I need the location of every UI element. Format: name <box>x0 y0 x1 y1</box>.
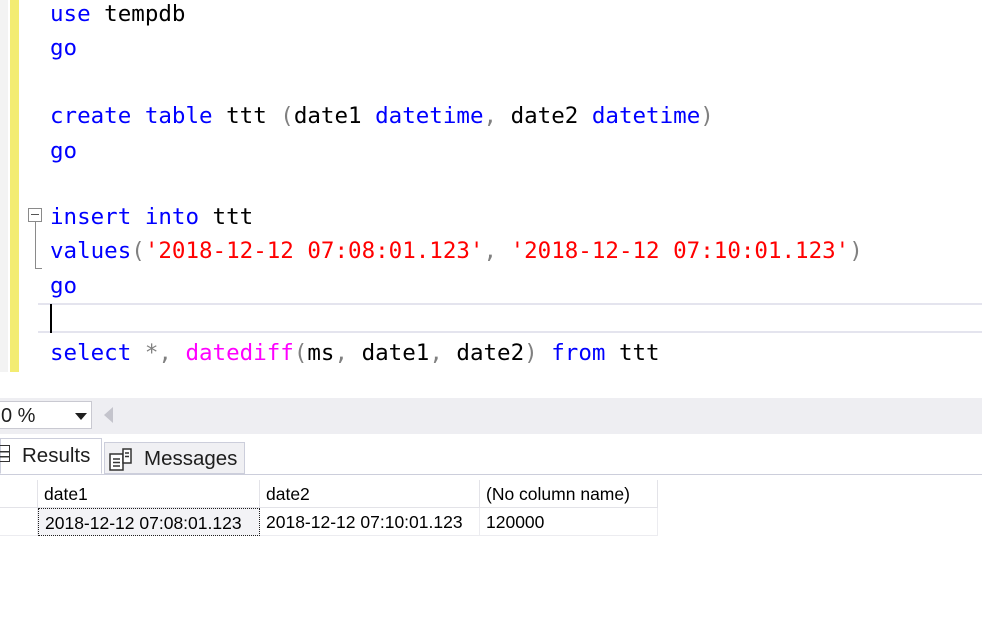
outline-guide <box>35 222 42 269</box>
code-token: use <box>50 1 91 27</box>
code-line[interactable]: select *, datediff(ms, date1, date2) fro… <box>50 337 660 369</box>
unsaved-change-marker <box>10 0 19 372</box>
code-token: date2 <box>497 103 592 129</box>
code-token: datetime <box>591 103 701 129</box>
chevron-down-icon[interactable] <box>75 413 87 420</box>
code-token: go <box>50 35 78 61</box>
code-token: , <box>483 103 498 129</box>
code-token: datetime <box>375 103 484 129</box>
collapse-region-icon[interactable] <box>28 208 42 222</box>
table-cell-selected[interactable]: 2018-12-12 07:08:01.123 <box>38 508 260 536</box>
code-token: insert <box>50 204 132 230</box>
code-token: select <box>50 340 132 366</box>
code-token: date2 <box>442 340 525 366</box>
code-line[interactable]: insert into ttt <box>50 201 253 233</box>
grid-icon <box>0 445 10 462</box>
zoom-value: 0 % <box>1 405 36 427</box>
results-grid[interactable]: date1 date2 (No column name) 2018-12-12 … <box>0 478 660 538</box>
code-token: table <box>144 103 213 129</box>
code-token: go <box>50 138 78 164</box>
code-token: into <box>144 204 200 230</box>
editor-status-bar: 0 % <box>0 398 982 434</box>
code-token: from <box>551 340 606 366</box>
code-token: ) <box>700 103 714 129</box>
column-header-date1[interactable]: date1 <box>38 480 260 508</box>
messages-icon <box>109 448 132 471</box>
code-token: *, <box>144 340 172 366</box>
code-token: ms <box>307 340 335 366</box>
code-token: ) <box>524 340 538 366</box>
column-header-no-column-name[interactable]: (No column name) <box>480 480 658 508</box>
code-token: ( <box>293 340 308 366</box>
results-tab-strip: Results Messages <box>0 434 982 475</box>
column-header-date2[interactable]: date2 <box>260 480 480 508</box>
code-token: go <box>50 273 78 299</box>
code-line[interactable]: create table ttt (date1 datetime, date2 … <box>50 100 714 132</box>
code-token: ( <box>280 103 294 129</box>
zoom-select[interactable]: 0 % <box>0 401 92 429</box>
query-editor[interactable]: use tempdb go create table ttt (date1 da… <box>0 0 982 398</box>
current-line-highlight <box>38 303 982 333</box>
tab-messages[interactable]: Messages <box>104 442 245 474</box>
code-token: values <box>50 238 132 264</box>
row-header[interactable] <box>0 508 38 536</box>
code-token: ) <box>849 238 863 264</box>
table-cell[interactable]: 120000 <box>480 508 658 536</box>
code-token: ttt <box>605 340 660 366</box>
code-token: datediff <box>185 340 294 366</box>
code-line[interactable]: go <box>50 135 77 167</box>
code-token: , <box>429 340 443 366</box>
code-token: date1 <box>293 103 376 129</box>
scroll-left-arrow-icon[interactable] <box>104 407 113 423</box>
text-caret <box>50 304 52 333</box>
code-token: ttt <box>199 204 254 230</box>
row-header-corner[interactable] <box>0 480 38 508</box>
code-token: '2018-12-12 07:08:01.123' <box>144 238 484 264</box>
code-token: ( <box>131 238 145 264</box>
editor-margin <box>0 0 8 372</box>
code-token: '2018-12-12 07:10:01.123' <box>510 238 850 264</box>
code-line[interactable]: values('2018-12-12 07:08:01.123', '2018-… <box>50 235 863 267</box>
code-token: , <box>483 238 498 264</box>
code-token: ttt <box>212 103 281 129</box>
tab-results[interactable]: Results <box>0 438 102 474</box>
code-line[interactable]: go <box>50 32 77 64</box>
code-line[interactable]: go <box>50 270 77 302</box>
code-token: tempdb <box>90 1 186 27</box>
table-cell[interactable]: 2018-12-12 07:10:01.123 <box>260 508 480 536</box>
code-line[interactable]: use tempdb <box>50 0 185 30</box>
tab-results-label: Results <box>22 444 91 467</box>
code-token: date1 <box>348 340 430 366</box>
tab-messages-label: Messages <box>144 447 238 470</box>
code-token: create <box>50 103 132 129</box>
code-token: , <box>334 340 349 366</box>
